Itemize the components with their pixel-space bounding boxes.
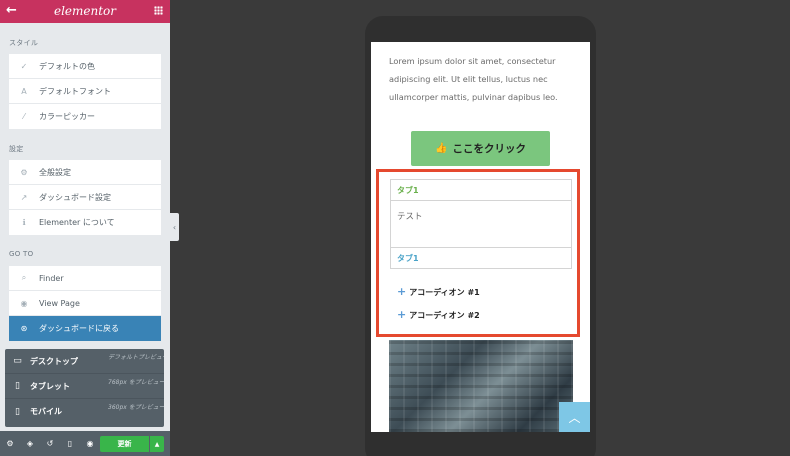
wordpress-icon: ⊛	[20, 324, 28, 333]
menu-item-about[interactable]: ℹ Elementer について	[9, 210, 161, 235]
navigator-layers-icon[interactable]: ◈	[20, 439, 40, 448]
click-here-button[interactable]: 👍 ここをクリック	[411, 131, 550, 166]
elementor-logo: elementor	[53, 4, 117, 18]
brush-icon: ✓	[20, 61, 28, 71]
menu-item-label: Finder	[39, 273, 64, 283]
panel-header: ← elementor	[0, 0, 170, 23]
scroll-to-top-chevron-icon[interactable]: ︿	[559, 402, 590, 432]
menu-item-label: ダッシュボード設定	[39, 192, 111, 202]
editor-panel: ← elementor スタイル ✓ デフォルトの色 A デフォルトフォント ⁄…	[0, 0, 170, 456]
menu-item-default-fonts[interactable]: A デフォルトフォント	[9, 79, 161, 104]
responsive-mode-popover: ▭ デスクトップ デフォルトプレビュー ▯ タブレット 768px をプレビュー…	[5, 349, 164, 427]
external-link-icon: ↗	[20, 192, 28, 202]
mobile-icon: ▯	[15, 406, 20, 417]
device-desktop[interactable]: ▭ デスクトップ デフォルトプレビュー	[5, 349, 164, 374]
update-button[interactable]: 更新	[100, 436, 149, 452]
panel-footer: ⚙ ◈ ↺ ▯ ◉ 更新 ▲	[0, 431, 170, 456]
eye-icon: ◉	[20, 298, 28, 308]
section-title-settings: 設定	[9, 145, 24, 153]
preview-eye-icon[interactable]: ◉	[80, 439, 100, 448]
highlight-frame	[376, 169, 580, 337]
menu-item-dashboard-settings[interactable]: ↗ ダッシュボード設定	[9, 185, 161, 210]
lorem-paragraph: Lorem ipsum dolor sit amet, consectetur …	[389, 56, 558, 102]
menu-item-label: カラーピッカー	[39, 112, 95, 121]
device-label: タブレット	[30, 381, 70, 391]
save-options-caret-icon[interactable]: ▲	[150, 436, 164, 452]
eyedropper-icon: ⁄	[23, 112, 25, 121]
settings-menu: ⚙ 全般設定 ↗ ダッシュボード設定 ℹ Elementer について	[9, 160, 161, 235]
menu-item-back-to-dashboard[interactable]: ⊛ ダッシュボードに戻る	[9, 316, 161, 341]
menu-item-finder[interactable]: ⌕ Finder	[9, 266, 161, 291]
widgets-grid-icon[interactable]	[154, 6, 163, 15]
history-icon[interactable]: ↺	[40, 439, 60, 448]
city-aerial-image	[389, 340, 573, 432]
font-icon: A	[21, 86, 27, 96]
responsive-mode-icon[interactable]: ▯	[60, 439, 80, 448]
menu-item-label: デフォルトフォント	[39, 86, 111, 96]
menu-item-general-settings[interactable]: ⚙ 全般設定	[9, 160, 161, 185]
section-title-goto: GO TO	[9, 250, 34, 258]
cogs-icon: ⚙	[20, 167, 28, 177]
button-label: ここをクリック	[452, 143, 526, 155]
device-label: モバイル	[30, 407, 62, 416]
goto-menu: ⌕ Finder ◉ View Page ⊛ ダッシュボードに戻る	[9, 266, 161, 341]
menu-item-label: デフォルトの色	[39, 61, 95, 71]
menu-item-color-picker[interactable]: ⁄ カラーピッカー	[9, 104, 161, 129]
settings-gear-icon[interactable]: ⚙	[0, 439, 20, 448]
search-icon: ⌕	[21, 273, 27, 282]
menu-item-label: ダッシュボードに戻る	[39, 324, 119, 333]
info-icon: ℹ	[22, 218, 26, 227]
section-title-style: スタイル	[9, 39, 39, 47]
style-menu: ✓ デフォルトの色 A デフォルトフォント ⁄ カラーピッカー	[9, 54, 161, 129]
collapse-panel-chevron-icon[interactable]: ‹	[170, 213, 179, 241]
menu-item-label: Elementer について	[39, 218, 115, 227]
device-label: デスクトップ	[30, 356, 78, 366]
desktop-icon: ▭	[13, 356, 22, 366]
menu-item-default-colors[interactable]: ✓ デフォルトの色	[9, 54, 161, 79]
device-tablet[interactable]: ▯ タブレット 768px をプレビュー	[5, 374, 164, 399]
menu-item-label: View Page	[39, 298, 80, 308]
device-hint: 768px をプレビュー	[108, 379, 164, 386]
device-hint: 360px をプレビュー	[108, 404, 164, 411]
menu-item-view-page[interactable]: ◉ View Page	[9, 291, 161, 316]
menu-item-label: 全般設定	[39, 167, 71, 177]
tablet-icon: ▯	[15, 381, 20, 391]
device-hint: デフォルトプレビュー	[108, 354, 164, 361]
thumbs-up-icon: 👍	[435, 143, 448, 154]
device-mobile[interactable]: ▯ モバイル 360px をプレビュー	[5, 399, 164, 424]
